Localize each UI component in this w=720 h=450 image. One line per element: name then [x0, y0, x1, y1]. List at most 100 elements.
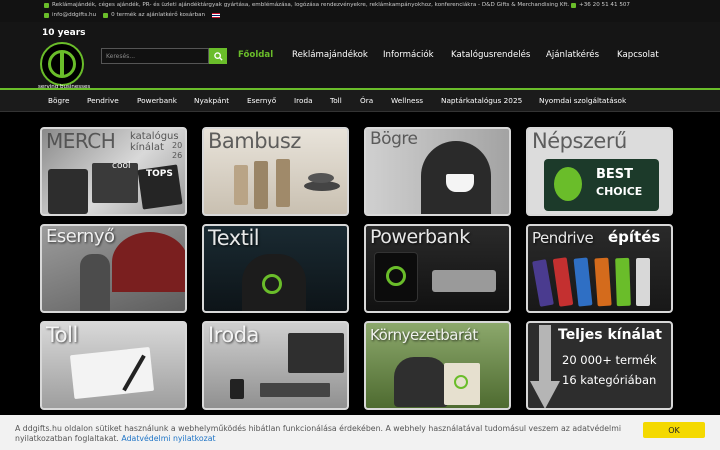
- tile-bambusz[interactable]: Bambusz: [202, 127, 349, 216]
- top-info-bar: Reklámajándék, céges ajándék, PR- és üzl…: [0, 0, 720, 22]
- tile-merch-year1: 20: [172, 141, 183, 150]
- tile-iroda[interactable]: Iroda: [202, 321, 349, 410]
- cookie-text: A ddgifts.hu oldalon sütiket használunk …: [15, 424, 621, 443]
- badge-choice: CHOICE: [596, 185, 643, 198]
- pendrive-purple: [532, 259, 554, 307]
- search-icon: [213, 51, 223, 61]
- contact-row: info@ddgifts.hu 0 termék az ajánlatkérő …: [44, 12, 221, 18]
- tile-bogre-title: Bögre: [370, 129, 418, 149]
- phone-icon: [571, 2, 577, 8]
- umbrella-image: [112, 232, 185, 292]
- category-esernyo[interactable]: Esernyő: [247, 96, 276, 105]
- site-header: 10 years serving businesses Főoldal Rekl…: [0, 22, 720, 90]
- category-iroda[interactable]: Iroda: [294, 96, 313, 105]
- category-toll[interactable]: Toll: [330, 96, 342, 105]
- cookie-text-block: A ddgifts.hu oldalon sütiket használunk …: [15, 424, 625, 444]
- person-image: [394, 357, 448, 407]
- badge-best: BEST: [596, 167, 634, 182]
- category-nyakpant[interactable]: Nyakpánt: [194, 96, 229, 105]
- mug-image: [230, 379, 244, 399]
- monitor-image: [288, 333, 344, 373]
- logo-bar: [60, 52, 64, 76]
- category-nyomdai[interactable]: Nyomdai szolgáltatások: [539, 96, 626, 105]
- tile-teljes-line2: 20 000+ termék: [562, 353, 657, 367]
- tile-textil-title: Textil: [208, 226, 260, 250]
- search-button[interactable]: [209, 48, 227, 64]
- arrow-down-icon: [530, 325, 560, 408]
- tile-merch-tag-tops: TOPS: [146, 169, 173, 179]
- tile-merch-catalog[interactable]: MERCH katalógus kínálat 20 26 cool TOPS: [40, 127, 187, 216]
- logo-years-text: 10 years: [42, 28, 86, 38]
- english-flag-icon[interactable]: [212, 12, 221, 18]
- category-wellness[interactable]: Wellness: [391, 96, 423, 105]
- email-link[interactable]: info@ddgifts.hu: [52, 12, 96, 18]
- tile-bambusz-title: Bambusz: [208, 129, 301, 153]
- bamboo-bottle-image: [234, 165, 248, 205]
- cookie-ok-button[interactable]: OK: [643, 422, 705, 438]
- tile-esernyo[interactable]: Esernyő: [40, 224, 187, 313]
- cookie-banner: A ddgifts.hu oldalon sütiket használunk …: [0, 415, 720, 450]
- tile-pendrive[interactable]: Pendrive építés: [526, 224, 673, 313]
- nav-info[interactable]: Információk: [383, 50, 434, 60]
- tile-pendrive-title2: építés: [608, 228, 661, 246]
- tile-textil[interactable]: Textil: [202, 224, 349, 313]
- tile-pendrive-title: Pendrive: [532, 229, 594, 247]
- mug-image: [446, 174, 474, 192]
- email-icon: [44, 12, 49, 18]
- pendrive-blue: [573, 257, 593, 307]
- tile-toll-title: Toll: [46, 323, 78, 347]
- tile-iroda-title: Iroda: [208, 323, 259, 347]
- category-pendrive[interactable]: Pendrive: [87, 96, 119, 105]
- tile-powerbank[interactable]: Powerbank: [364, 224, 511, 313]
- nav-home[interactable]: Főoldal: [238, 50, 273, 60]
- dd-logo-print: [262, 274, 282, 294]
- search-box: [101, 48, 227, 64]
- tile-nepszeru-title: Népszerű: [532, 129, 627, 153]
- category-powerbank[interactable]: Powerbank: [137, 96, 177, 105]
- nav-catalog-order[interactable]: Katalógusrendelés: [451, 50, 530, 60]
- category-ora[interactable]: Óra: [360, 96, 373, 105]
- nav-contact[interactable]: Kapcsolat: [617, 50, 659, 60]
- bamboo-flask-image: [254, 161, 268, 209]
- cart-icon: [103, 12, 109, 18]
- phone-row[interactable]: +36 20 51 41 507: [571, 2, 630, 8]
- category-bogre[interactable]: Bögre: [48, 96, 69, 105]
- powerbank-image: [432, 270, 496, 292]
- phone-number[interactable]: +36 20 51 41 507: [579, 2, 630, 8]
- pendrive-red: [552, 257, 574, 307]
- tile-teljes-kinalat[interactable]: Teljes kínálat 20 000+ termék 16 kategór…: [526, 321, 673, 410]
- keyboard-image: [260, 383, 330, 397]
- bamboo-tumbler-image: [276, 159, 290, 207]
- info-icon: [44, 2, 49, 8]
- tile-merch-title: MERCH: [46, 129, 116, 153]
- tile-teljes-line1: Teljes kínálat: [558, 327, 662, 343]
- cart-link[interactable]: 0 termék az ajánlatkérő kosárban: [111, 12, 205, 18]
- tile-merch-sub2: kínálat: [130, 142, 164, 153]
- tile-kornyezetbarat[interactable]: Környezetbarát: [364, 321, 511, 410]
- tile-powerbank-title: Powerbank: [370, 226, 470, 248]
- privacy-policy-link[interactable]: Adatvédelmi nyilatkozat: [121, 434, 215, 443]
- tile-esernyo-title: Esernyő: [46, 226, 115, 247]
- pendrive-white: [636, 258, 650, 306]
- search-input[interactable]: [101, 48, 209, 64]
- main-navigation: Főoldal Reklámajándékok Információk Kata…: [228, 48, 668, 64]
- dd-logo-print: [386, 266, 406, 286]
- tile-bogre[interactable]: Bögre: [364, 127, 511, 216]
- tagline-row: Reklámajándék, céges ajándék, PR- és üzl…: [44, 2, 569, 8]
- woman-image: [80, 254, 110, 311]
- nav-gifts[interactable]: Reklámajándékok: [292, 50, 368, 60]
- nav-quote-request[interactable]: Ajánlatkérés: [546, 50, 599, 60]
- bag-image: [48, 169, 88, 214]
- pendrive-orange: [594, 257, 612, 307]
- pendrive-green: [615, 257, 631, 307]
- tile-kornyezetbarat-title: Környezetbarát: [370, 326, 478, 344]
- thumbs-up-icon: [554, 167, 582, 201]
- tile-toll[interactable]: Toll: [40, 321, 187, 410]
- tile-teljes-line3: 16 kategóriában: [562, 373, 657, 387]
- stones-image-2: [308, 173, 334, 183]
- tile-merch-tag-cool: cool: [112, 161, 131, 171]
- tile-nepszeru[interactable]: BEST CHOICE Népszerű: [526, 127, 673, 216]
- dd-logo-print: [454, 375, 468, 389]
- category-naptarkatalogus[interactable]: Naptárkatalógus 2025: [441, 96, 522, 105]
- site-logo[interactable]: 10 years serving businesses: [38, 28, 98, 90]
